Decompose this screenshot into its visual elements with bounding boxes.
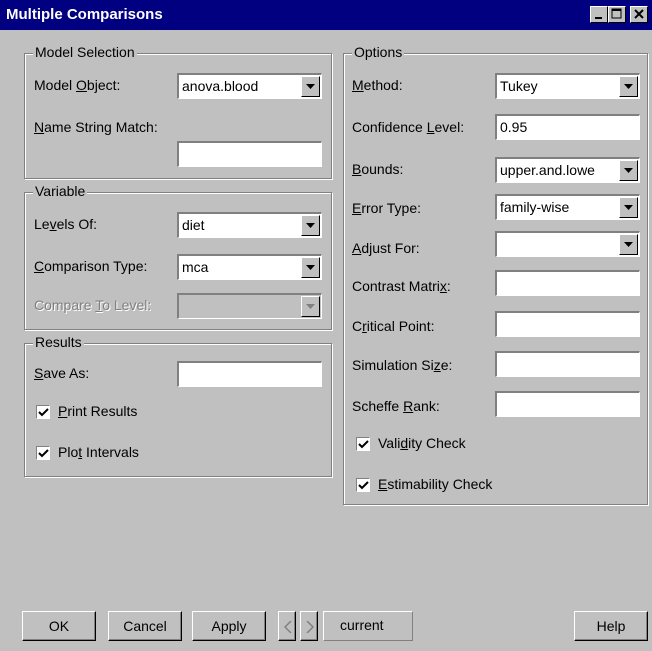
compare-to-level-select[interactable] [177, 293, 322, 319]
help-button[interactable]: Help [574, 611, 648, 641]
check-icon [38, 449, 49, 458]
chevron-right-icon [306, 621, 314, 633]
results-legend: Results [33, 334, 84, 350]
compare-to-level-label: Compare To Level: [34, 297, 152, 313]
check-icon [38, 408, 49, 417]
levels-of-dropdown-button[interactable] [301, 215, 320, 236]
compare-to-level-dropdown-button[interactable] [301, 296, 320, 317]
window-title: Multiple Comparisons [6, 6, 163, 23]
chevron-down-icon [624, 242, 633, 247]
confidence-level-input[interactable]: 0.95 [495, 114, 640, 140]
adjust-for-dropdown-button[interactable] [619, 234, 638, 255]
levels-of-select[interactable]: diet [177, 212, 322, 238]
dialog-window: Multiple Comparisons Model Selection Mod… [0, 0, 652, 651]
check-icon [358, 440, 369, 449]
model-object-select[interactable]: anova.blood [177, 73, 322, 99]
chevron-down-icon [306, 265, 315, 270]
comparison-type-dropdown-button[interactable] [301, 257, 320, 278]
chevron-down-icon [306, 304, 315, 309]
current-indicator: current [323, 611, 413, 641]
chevron-down-icon [624, 84, 633, 89]
chevron-left-icon [284, 621, 292, 633]
minimize-button[interactable] [590, 6, 608, 23]
error-type-label: Error Type: [352, 200, 421, 216]
scheffe-rank-label: Scheffe Rank: [352, 398, 440, 414]
chevron-down-icon [306, 223, 315, 228]
name-string-match-input[interactable] [177, 141, 322, 167]
close-icon [634, 9, 644, 19]
adjust-for-label: Adjust For: [352, 240, 420, 256]
plot-intervals-checkbox[interactable] [36, 446, 50, 460]
simulation-size-input[interactable] [495, 351, 640, 377]
minimize-icon [595, 17, 602, 19]
contrast-matrix-label: Contrast Matrix: [352, 278, 451, 294]
print-results-checkbox[interactable] [36, 405, 50, 419]
bounds-label: Bounds: [352, 161, 404, 177]
chevron-down-icon [624, 168, 633, 173]
maximize-icon [611, 8, 622, 19]
error-type-select[interactable]: family-wise [495, 194, 640, 220]
previous-button[interactable] [278, 611, 296, 641]
chevron-down-icon [624, 205, 633, 210]
next-button[interactable] [300, 611, 318, 641]
model-object-dropdown-button[interactable] [301, 76, 320, 97]
validity-check-checkbox[interactable] [356, 437, 370, 451]
chevron-down-icon [306, 84, 315, 89]
estimability-check-checkbox[interactable] [356, 478, 370, 492]
estimability-check-label: Estimability Check [378, 476, 493, 492]
close-button[interactable] [630, 6, 648, 23]
comparison-type-select[interactable]: mca [177, 254, 322, 280]
method-select[interactable]: Tukey [495, 73, 640, 99]
apply-button[interactable]: Apply [192, 611, 266, 641]
simulation-size-label: Simulation Size: [352, 357, 453, 373]
save-as-label: Save As: [34, 365, 90, 381]
error-type-dropdown-button[interactable] [619, 197, 638, 218]
comparison-type-label: Comparison Type: [34, 258, 148, 274]
adjust-for-select[interactable] [495, 231, 640, 257]
cancel-button[interactable]: Cancel [108, 611, 182, 641]
variable-legend: Variable [33, 183, 88, 199]
bounds-dropdown-button[interactable] [619, 160, 638, 181]
method-label: Method: [352, 77, 403, 93]
levels-of-label: Levels Of: [34, 216, 98, 232]
model-selection-legend: Model Selection [33, 44, 137, 60]
plot-intervals-label: Plot Intervals [58, 444, 139, 460]
print-results-label: Print Results [58, 403, 138, 419]
name-string-match-label: Name String Match: [34, 119, 158, 135]
model-object-label: Model Object: [34, 77, 121, 93]
options-legend: Options [352, 44, 405, 60]
contrast-matrix-input[interactable] [495, 270, 640, 296]
critical-point-label: Critical Point: [352, 318, 435, 334]
confidence-level-label: Confidence Level: [352, 119, 465, 135]
ok-button[interactable]: OK [22, 611, 96, 641]
check-icon [358, 481, 369, 490]
save-as-input[interactable] [177, 361, 322, 387]
scheffe-rank-input[interactable] [495, 391, 640, 417]
title-bar[interactable]: Multiple Comparisons [0, 0, 652, 30]
method-dropdown-button[interactable] [619, 76, 638, 97]
validity-check-label: Validity Check [378, 435, 466, 451]
bounds-select[interactable]: upper.and.lowe [495, 157, 640, 183]
critical-point-input[interactable] [495, 311, 640, 337]
maximize-button[interactable] [608, 6, 626, 23]
